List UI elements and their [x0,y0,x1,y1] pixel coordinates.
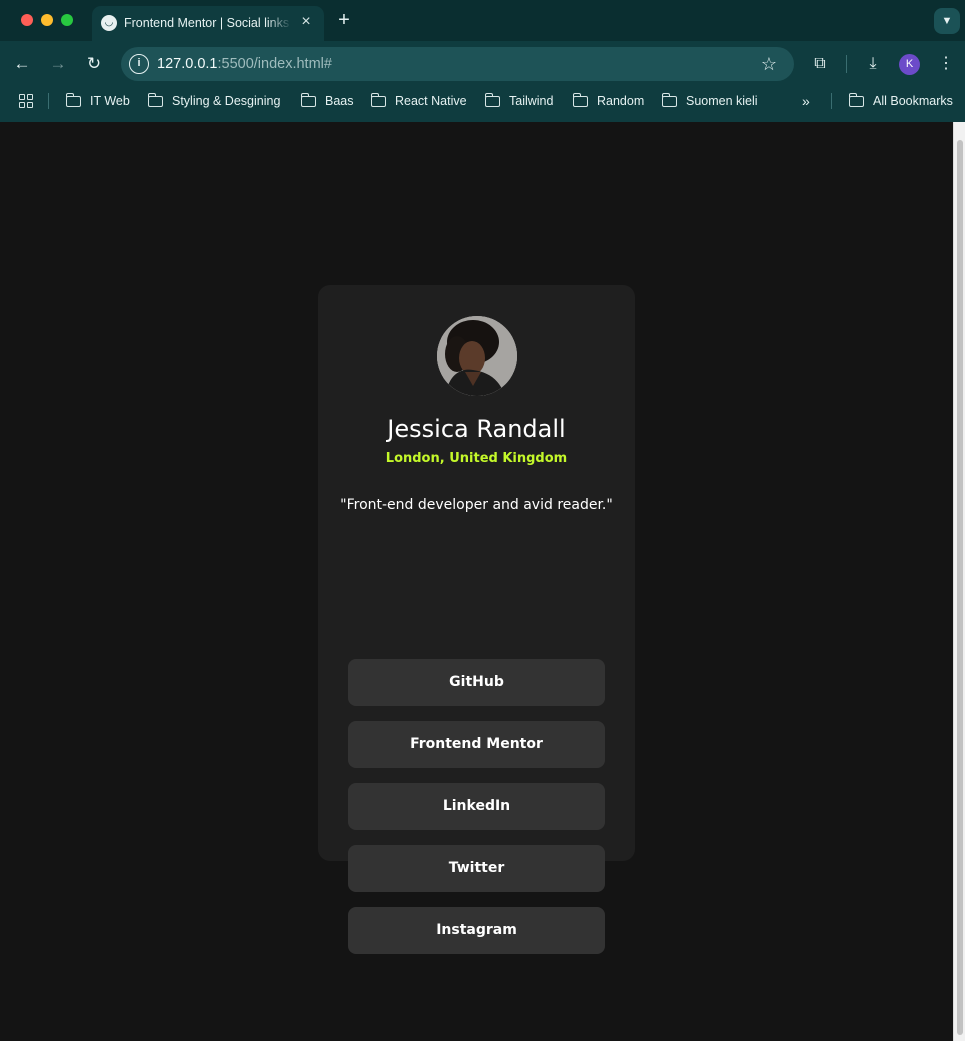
address-bar[interactable]: i 127.0.0.1:5500/index.html# ☆ [121,47,794,81]
vertical-scrollbar[interactable] [953,122,965,1041]
url-path: :5500/index.html# [217,56,332,72]
bookmark-label: React Native [395,94,467,108]
bookmarks-bar: IT Web Styling & Desgining Baas React Na… [0,88,965,114]
kebab-menu-icon[interactable]: ⋮ [934,52,958,76]
double-chevron-right-icon[interactable]: » [802,88,810,114]
folder-icon [370,92,386,107]
browser-chrome: ◡ Frontend Mentor | Social links profile… [0,0,965,122]
profile-card: Jessica Randall London, United Kingdom "… [318,285,635,954]
bookmark-folder[interactable]: Styling & Desgining [147,88,281,114]
puzzle-icon[interactable]: ⧉ [808,52,832,76]
profile-location: London, United Kingdom [385,451,568,466]
folder-icon [300,92,316,107]
folder-icon [661,92,677,107]
bookmark-label: Styling & Desgining [172,94,281,108]
frontend-mentor-link-button[interactable]: Frontend Mentor [348,721,605,768]
toolbar-divider [846,55,847,73]
close-icon[interactable]: × [296,12,316,32]
bookmark-folder[interactable]: React Native [370,88,467,114]
avatar-portrait [437,316,517,396]
folder-icon [572,92,588,107]
linkedin-link-button[interactable]: LinkedIn [348,783,605,830]
arrow-right-icon[interactable]: → [46,52,70,76]
frontend-mentor-favicon-icon: ◡ [101,15,117,31]
bookmark-folder[interactable]: Baas [300,88,354,114]
bookmark-label: Tailwind [509,94,554,108]
plus-icon[interactable]: + [334,9,354,31]
chevron-down-icon[interactable]: ▼ [934,8,960,34]
bookmark-label: IT Web [90,94,130,108]
all-bookmarks-folder[interactable]: All Bookmarks [848,88,953,114]
profile-name: Jessica Randall [387,415,566,443]
bookmarks-divider [831,93,832,109]
tab-title: Frontend Mentor | Social links profile [124,16,292,30]
scrollbar-thumb[interactable] [957,140,963,1035]
tab-strip: ◡ Frontend Mentor | Social links profile… [0,0,965,41]
active-tab[interactable]: ◡ Frontend Mentor | Social links profile… [92,6,324,41]
profile-bio: "Front-end developer and avid reader." [340,497,613,513]
reload-icon[interactable]: ↻ [82,52,106,76]
star-icon[interactable]: ☆ [758,53,780,75]
url-host: 127.0.0.1 [157,56,218,72]
instagram-link-button[interactable]: Instagram [348,907,605,954]
folder-icon [848,92,864,107]
folder-icon [484,92,500,107]
bookmark-folder[interactable]: IT Web [65,88,130,114]
page-viewport: Jessica Randall London, United Kingdom "… [0,122,953,1041]
bookmark-label: Random [597,94,645,108]
folder-icon [65,92,81,107]
twitter-link-button[interactable]: Twitter [348,845,605,892]
bookmark-label: Baas [325,94,354,108]
minimize-window-button[interactable] [41,14,53,26]
bookmark-folder[interactable]: Suomen kieli [661,88,758,114]
url-text[interactable]: 127.0.0.1:5500/index.html# [157,55,332,73]
profile-avatar[interactable]: K [899,54,920,75]
download-icon[interactable]: ⤓ [861,52,885,76]
github-link-button[interactable]: GitHub [348,659,605,706]
bookmark-folder[interactable]: Tailwind [484,88,554,114]
all-bookmarks-label: All Bookmarks [873,94,953,108]
arrow-left-icon[interactable]: ← [10,52,34,76]
avatar [437,316,517,396]
fullscreen-window-button[interactable] [61,14,73,26]
bookmark-folder[interactable]: Random [572,88,645,114]
site-info-icon[interactable]: i [129,54,149,74]
close-window-button[interactable] [21,14,33,26]
folder-icon [147,92,163,107]
bookmark-label: Suomen kieli [686,94,758,108]
